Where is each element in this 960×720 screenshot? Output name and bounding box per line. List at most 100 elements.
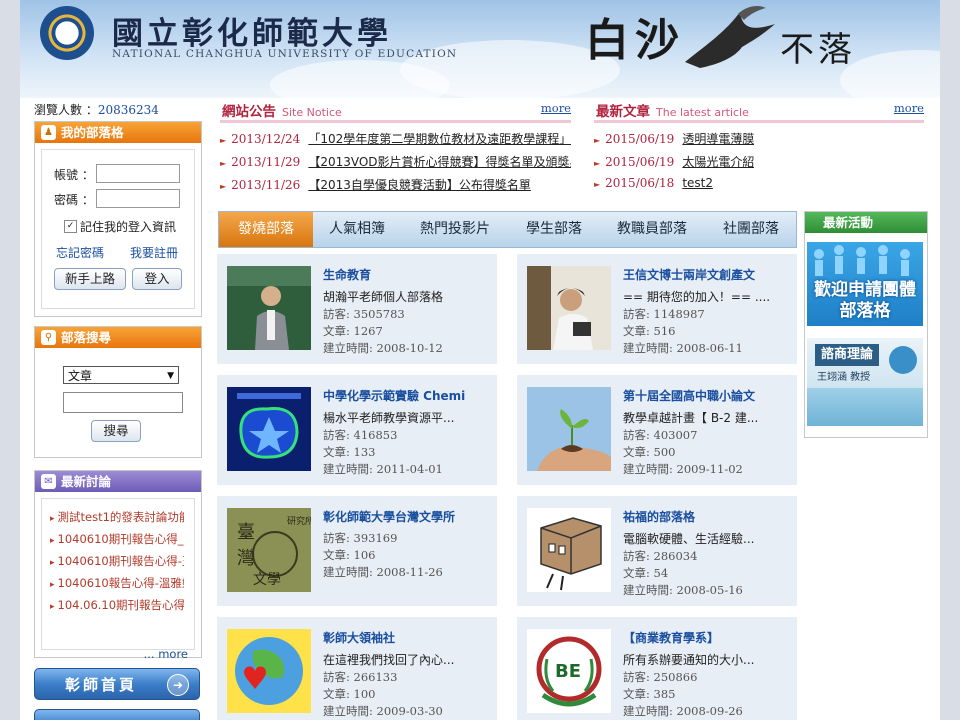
article-item[interactable]: ► 2015/06/18 test2: [594, 176, 713, 190]
latest-articles-more-link[interactable]: more: [894, 101, 924, 115]
counseling-theory-title: 諮商理論: [815, 344, 879, 366]
my-blog-panel: ♟ 我的部落格 帳號 ： 密碼 ： ✓ 記住我的登入資訊 忘記密碼 我要註冊 新…: [34, 121, 202, 317]
blog-thumbnail[interactable]: [227, 629, 311, 713]
blog-title[interactable]: 彰化師範大學台灣文學所: [323, 508, 493, 526]
blog-thumbnail[interactable]: 臺 灣 文學 研究所: [227, 508, 311, 592]
blog-description: 電腦軟硬體、生活經驗...: [623, 532, 755, 546]
blog-visits: 訪客: 1148987: [623, 307, 705, 321]
discussion-item[interactable]: ▸ 104.06.10期刊報告心得-: [50, 597, 184, 613]
blog-title[interactable]: 中學化學示範實驗 Chemi: [323, 387, 493, 405]
chem-logo-icon: [227, 387, 311, 471]
teacher-photo-icon: [227, 266, 311, 350]
tab-hot-blogs[interactable]: 發燒部落: [219, 212, 313, 247]
discussions-title: 最新討論: [61, 474, 112, 489]
box-character-icon: [527, 508, 611, 592]
password-input[interactable]: [96, 189, 180, 208]
search-type-select[interactable]: 文章 ▼: [63, 366, 179, 384]
university-name-en: NATIONAL CHANGHUA UNIVERSITY OF EDUCATIO…: [112, 48, 458, 60]
blog-visits: 訪客: 393169: [323, 531, 398, 545]
site-header: 國立彰化師範大學 NATIONAL CHANGHUA UNIVERSITY OF…: [20, 0, 940, 98]
forgot-password-link[interactable]: 忘記密碼: [56, 244, 104, 261]
notice-item[interactable]: ► 2013/12/24 「102學年度第二學期數位教材及遠距教學課程」補助: [220, 130, 571, 147]
blog-visits: 訪客: 286034: [623, 549, 698, 563]
blog-title[interactable]: 第十屆全國高中職小論文: [623, 387, 793, 405]
blog-card[interactable]: 彰師大領袖社 在這裡我們找回了內心... 訪客: 266133 文章: 100 …: [217, 617, 497, 720]
blog-search-title: 部落搜尋: [61, 330, 112, 345]
tab-popular-slides[interactable]: 熱門投影片: [401, 212, 509, 247]
visit-counter: 瀏覽人數 ：20836234: [34, 101, 159, 118]
globe-heart-icon: [227, 629, 311, 713]
svg-text:灣: 灣: [237, 548, 255, 569]
blog-card[interactable]: 臺 灣 文學 研究所 彰化師範大學台灣文學所 訪客: 393169 文章: 10…: [217, 496, 497, 606]
blog-thumbnail[interactable]: [227, 266, 311, 350]
blog-card[interactable]: 祐福的部落格 電腦軟硬體、生活經驗... 訪客: 286034 文章: 54 建…: [517, 496, 797, 606]
blog-title[interactable]: 【商業教育學系】: [623, 629, 793, 647]
blog-search-header: ⚲ 部落搜尋: [35, 327, 201, 348]
ncue-home-button[interactable]: 彰師首頁 ➜: [34, 668, 200, 700]
group-blog-banner[interactable]: 歡迎申請團體部落格: [807, 242, 923, 326]
blog-thumbnail[interactable]: [527, 387, 611, 471]
visit-counter-value: 20836234: [97, 103, 159, 117]
search-button[interactable]: 搜尋: [91, 420, 141, 442]
blog-title[interactable]: 王信文博士兩岸文創產文: [623, 266, 793, 284]
discussion-item[interactable]: ▸ 測試test1的發表討論功能: [50, 509, 184, 525]
blog-created: 建立時間: 2009-03-30: [323, 704, 443, 718]
blog-search-form: 文章 ▼ 搜尋: [41, 354, 195, 448]
blog-thumbnail[interactable]: [527, 266, 611, 350]
motto-text-2: 不落: [780, 30, 856, 70]
tab-staff-blogs[interactable]: 教職員部落: [599, 212, 705, 247]
blog-thumbnail[interactable]: BE: [527, 629, 611, 713]
blog-card[interactable]: BE 【商業教育學系】 所有系辦要通知的大小... 訪客: 250866 文章:…: [517, 617, 797, 720]
tab-club-blogs[interactable]: 社團部落: [705, 212, 797, 247]
bullet-icon: ▸: [50, 558, 55, 568]
eagle-icon: [685, 6, 775, 68]
discussions-more-link[interactable]: ... more: [144, 647, 188, 661]
blog-articles: 文章: 133: [323, 445, 376, 459]
article-item[interactable]: ► 2015/06/19 太陽光電介紹: [594, 153, 754, 170]
blog-description: 胡瀚平老師個人部落格: [323, 290, 444, 304]
blog-created: 建立時間: 2008-06-11: [623, 341, 743, 355]
tab-student-blogs[interactable]: 學生部落: [509, 212, 599, 247]
counseling-theory-banner[interactable]: 諮商理論 王翊涵 教授: [807, 338, 923, 426]
account-input[interactable]: [96, 164, 180, 183]
notice-item[interactable]: ► 2013/11/26 【2013自學優良競賽活動】公布得獎名單: [220, 176, 571, 193]
password-label: 密碼 ：: [54, 193, 94, 207]
login-button[interactable]: 登入: [132, 268, 182, 290]
latest-articles-header: 最新文章 The latest article more: [594, 98, 924, 123]
discussion-item[interactable]: ▸ 1040610期刊報告心得-王: [50, 553, 184, 569]
search-input[interactable]: [63, 392, 183, 413]
svg-text:研究所: 研究所: [287, 515, 311, 527]
blog-created: 建立時間: 2008-11-26: [323, 565, 443, 579]
blog-articles: 文章: 385: [623, 687, 676, 701]
remember-checkbox[interactable]: ✓: [64, 220, 77, 233]
blog-thumbnail[interactable]: [527, 508, 611, 592]
newbie-guide-button[interactable]: 新手上路: [54, 268, 126, 290]
latest-articles-title: 最新文章 The latest article: [596, 104, 749, 120]
blog-created: 建立時間: 2008-10-12: [323, 341, 443, 355]
blog-visits: 訪客: 416853: [323, 428, 398, 442]
blog-card[interactable]: 王信文博士兩岸文創產文 == 期待您的加入！== .... 訪客: 114898…: [517, 254, 797, 364]
discussion-item[interactable]: ▸ 1040610期刊報告心得_陳: [50, 531, 184, 547]
blog-thumbnail[interactable]: [227, 387, 311, 471]
discussion-item[interactable]: ▸ 1040610報告心得-溫雅婷: [50, 575, 184, 591]
bullet-icon: ►: [220, 159, 227, 168]
blog-title[interactable]: 彰師大領袖社: [323, 629, 493, 647]
remember-label: 記住我的登入資訊: [80, 220, 177, 234]
secondary-nav-button[interactable]: [34, 709, 200, 720]
notice-item[interactable]: ►2013/11/29【2013VOD影片賞析心得競賽】得獎名單及頒獎典禮公告: [220, 153, 571, 170]
register-link[interactable]: 我要註冊: [130, 244, 178, 261]
university-emblem-icon[interactable]: [40, 6, 94, 60]
tab-popular-albums[interactable]: 人氣相簿: [313, 212, 401, 247]
chevron-down-icon: ▼: [167, 371, 174, 381]
site-notice-more-link[interactable]: more: [541, 101, 571, 115]
blog-card[interactable]: 生命教育 胡瀚平老師個人部落格 訪客: 3505783 文章: 1267 建立時…: [217, 254, 497, 364]
blog-card[interactable]: 第十屆全國高中職小論文 教學卓越計畫【 B-2 建... 訪客: 403007 …: [517, 375, 797, 485]
speech-bubble-icon: ✉: [41, 474, 56, 489]
blog-title[interactable]: 祐福的部落格: [623, 508, 793, 526]
arrow-right-icon: ➜: [167, 674, 189, 696]
blog-card[interactable]: 中學化學示範實驗 Chemi 楊水平老師教學資源平... 訪客: 416853 …: [217, 375, 497, 485]
university-name[interactable]: 國立彰化師範大學: [112, 8, 392, 53]
banner-logo-icon: [889, 346, 917, 374]
blog-title[interactable]: 生命教育: [323, 266, 493, 284]
article-item[interactable]: ► 2015/06/19 透明導電薄膜: [594, 130, 754, 147]
